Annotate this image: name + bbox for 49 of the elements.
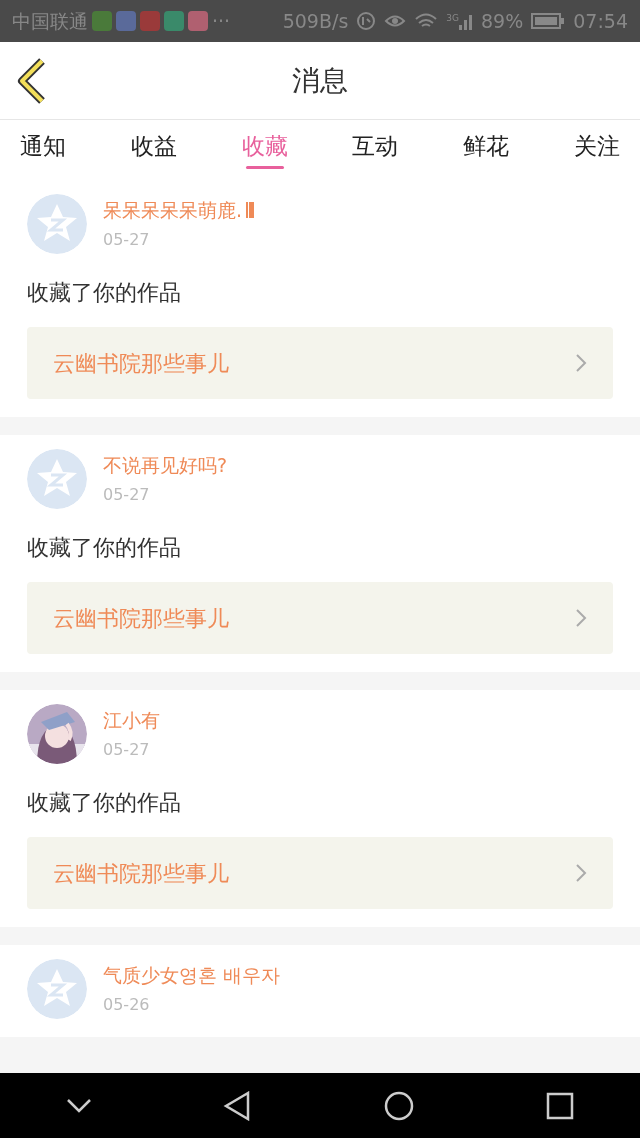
user-name[interactable]: 江小有 <box>103 705 160 735</box>
app-icon <box>188 11 208 31</box>
tab[interactable]: 鲜花 <box>459 128 514 172</box>
app-icon <box>164 11 184 31</box>
chevron-right-icon <box>575 608 587 628</box>
message-text: 收藏了你的作品 <box>27 534 182 562</box>
user-name[interactable]: 不说再见好吗? <box>103 450 228 480</box>
page-title: 消息 <box>292 62 348 99</box>
tab[interactable]: 通知 <box>16 128 70 172</box>
work-title: 云幽书院那些事儿 <box>53 604 229 633</box>
message-date: 05-27 <box>103 229 151 252</box>
back-icon[interactable] <box>223 1090 252 1121</box>
home-icon[interactable] <box>382 1089 415 1122</box>
tab[interactable]: 关注 <box>570 128 624 172</box>
avatar-icon <box>27 959 87 1019</box>
message-text: 收藏了你的作品 <box>27 279 182 307</box>
work-link[interactable]: 云幽书院那些事儿 <box>27 327 613 399</box>
app-icon <box>140 11 160 31</box>
work-title: 云幽书院那些事儿 <box>53 349 229 378</box>
chevron-down-icon[interactable] <box>65 1097 92 1114</box>
wifi-icon <box>414 12 439 30</box>
signal-icon <box>459 12 473 30</box>
clock: 07:54 <box>573 8 628 34</box>
more-icon: ··· <box>212 6 231 36</box>
avatar-icon <box>27 194 87 254</box>
message-date: 05-26 <box>103 994 151 1017</box>
message-text: 收藏了你的作品 <box>27 789 182 817</box>
tab[interactable]: 收藏 <box>237 128 292 172</box>
chevron-right-icon <box>575 353 587 373</box>
work-title: 云幽书院那些事儿 <box>53 859 229 888</box>
battery-icon <box>531 12 566 30</box>
network-speed: 509B/s <box>282 8 349 34</box>
message-date: 05-27 <box>103 484 151 507</box>
work-link[interactable]: 云幽书院那些事儿 <box>27 582 613 654</box>
avatar-icon <box>27 449 87 509</box>
network-type: 3G <box>446 12 459 25</box>
user-name[interactable]: 气质少女영혼 배우자 <box>103 960 281 990</box>
app-icon <box>116 11 136 31</box>
carrier-name: 中国联通 <box>12 8 88 34</box>
app-icon <box>92 11 112 31</box>
tab[interactable]: 互动 <box>348 128 403 172</box>
battery-percent: 89% <box>481 8 524 34</box>
work-link[interactable]: 云幽书院那些事儿 <box>27 837 613 909</box>
tab[interactable]: 收益 <box>126 128 181 172</box>
back-icon[interactable] <box>16 58 48 104</box>
user-name[interactable]: 呆呆呆呆呆萌鹿. <box>103 195 243 225</box>
message-date: 05-27 <box>103 739 151 762</box>
recents-icon[interactable] <box>546 1091 575 1120</box>
chevron-right-icon <box>575 863 587 883</box>
